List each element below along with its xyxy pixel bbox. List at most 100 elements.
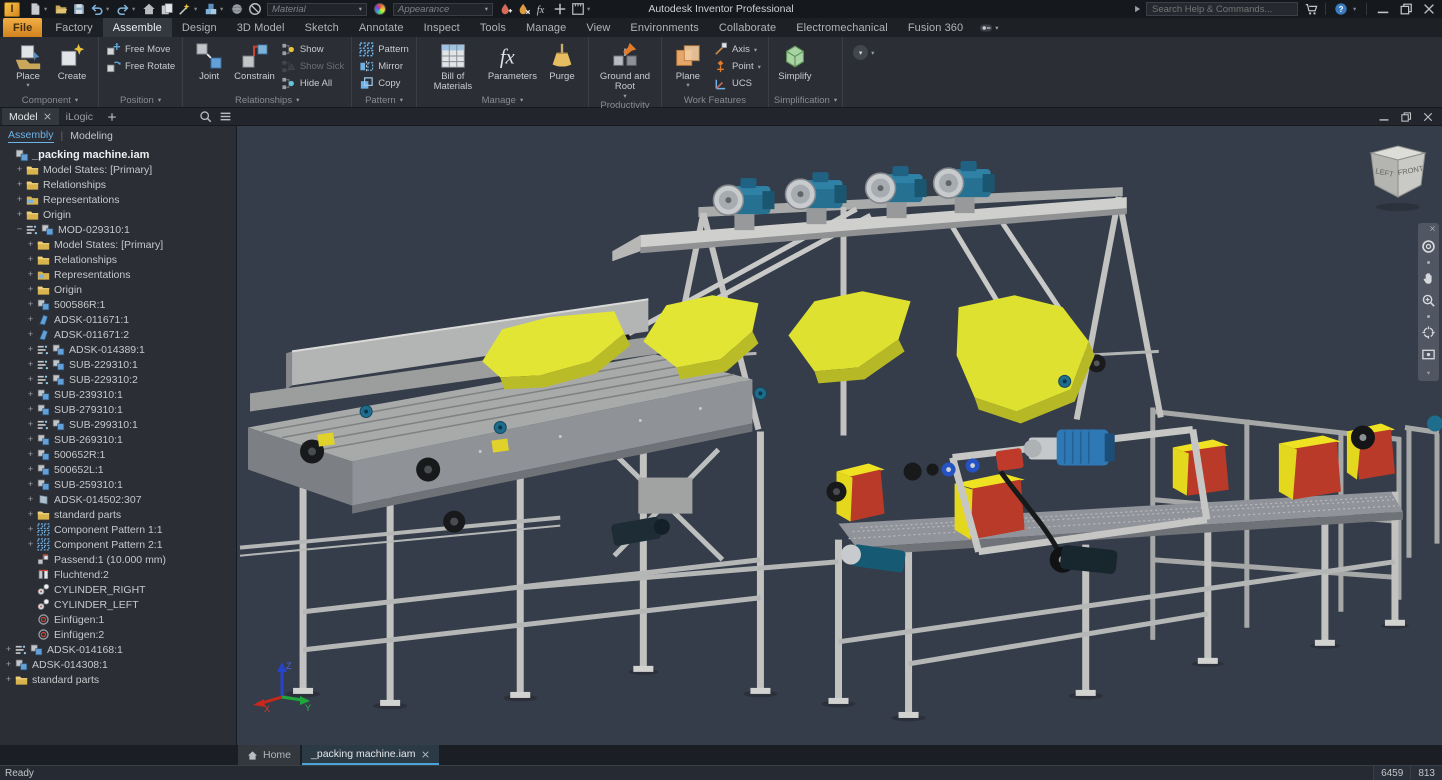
navbar-more-icon[interactable]: ▾ — [1427, 369, 1430, 377]
tree-expander-icon[interactable]: + — [25, 449, 36, 460]
view-assembly[interactable]: Assembly — [8, 129, 54, 143]
open-file-icon[interactable] — [52, 2, 69, 17]
copy-button[interactable]: Copy — [357, 75, 411, 92]
ground-and-root-button[interactable]: Ground and Root▾ — [594, 39, 656, 100]
ribbon-tab-inspect[interactable]: Inspect — [414, 18, 470, 37]
ribbon-tab-assemble[interactable]: Assemble — [103, 18, 172, 37]
show-button[interactable]: Show — [279, 41, 346, 58]
view-cube[interactable]: LEFT FRONT — [1367, 141, 1429, 213]
pattern-button[interactable]: Pattern — [357, 41, 411, 58]
tree-item-model-states-primary[interactable]: +Model States: [Primary] — [0, 162, 236, 177]
tree-item-adsk-014389-1[interactable]: +ADSK-014389:1 — [0, 342, 236, 357]
tree-item-origin[interactable]: +Origin — [0, 282, 236, 297]
browser-tab-close-icon[interactable] — [43, 112, 52, 121]
tree-item-adsk-014168-1[interactable]: +ADSK-014168:1 — [0, 642, 236, 657]
purge-button[interactable]: Purge — [541, 39, 583, 82]
new-file-icon[interactable] — [26, 2, 43, 17]
ribbon-tab-extra[interactable]: ▾ — [973, 18, 1004, 37]
tree-item-fluchtend-2[interactable]: Fluchtend:2 — [0, 567, 236, 582]
tree-expander-icon[interactable]: + — [25, 419, 36, 430]
tree-item-standard-parts[interactable]: +standard parts — [0, 672, 236, 687]
ribbon-tab-file[interactable]: File — [3, 18, 42, 37]
tree-item-adsk-014308-1[interactable]: +ADSK-014308:1 — [0, 657, 236, 672]
browser-menu-icon[interactable] — [219, 110, 232, 123]
tree-item-passend-1-10-000-mm[interactable]: Passend:1 (10.000 mm) — [0, 552, 236, 567]
tree-expander-icon[interactable]: + — [14, 179, 25, 190]
help-icon[interactable]: ? — [1332, 2, 1349, 17]
ribbon-tab-view[interactable]: View — [576, 18, 620, 37]
browser-tab-model[interactable]: Model — [2, 108, 59, 125]
axis-button[interactable]: Axis▾ — [711, 41, 763, 58]
ribbon-tab-factory[interactable]: Factory — [45, 18, 102, 37]
inventor-logo-icon[interactable]: I — [4, 2, 20, 17]
doc-restore-button[interactable] — [1396, 109, 1415, 124]
tree-item-einf-gen-2[interactable]: Einfügen:2 — [0, 627, 236, 642]
new-file-dropdown-icon[interactable]: ▾ — [44, 5, 51, 13]
tree-expander-icon[interactable]: + — [25, 524, 36, 535]
joint-button[interactable]: Joint — [188, 39, 230, 82]
panel-label-manage[interactable]: Manage▾ — [422, 93, 583, 107]
undo-icon[interactable] — [88, 2, 105, 17]
tree-expander-icon[interactable]: + — [14, 209, 25, 220]
tree-item-relationships[interactable]: +Relationships — [0, 177, 236, 192]
panel-label-component[interactable]: Component▾ — [7, 93, 93, 107]
panel-label-relationships[interactable]: Relationships▾ — [188, 93, 346, 107]
free-rotate-button[interactable]: Free Rotate — [104, 58, 177, 75]
tree-item-packing-machine-iam[interactable]: _packing machine.iam — [0, 147, 236, 162]
ribbon-tab-collaborate[interactable]: Collaborate — [709, 18, 786, 37]
ribbon-tab-sketch[interactable]: Sketch — [295, 18, 349, 37]
bill-of-materials-button[interactable]: Bill of Materials — [422, 39, 484, 93]
pan-icon[interactable] — [1421, 271, 1436, 286]
tree-item-sub-299310-1[interactable]: +SUB-299310:1 — [0, 417, 236, 432]
tree-item-adsk-011671-2[interactable]: +ADSK-011671:2 — [0, 327, 236, 342]
tree-expander-icon[interactable]: + — [25, 539, 36, 550]
tree-expander-icon[interactable]: + — [25, 344, 36, 355]
point-button[interactable]: Point▾ — [711, 58, 763, 75]
panel-label-position[interactable]: Position▾ — [104, 93, 177, 107]
component-update-dropdown-icon[interactable]: ▾ — [220, 5, 227, 13]
tree-expander-icon[interactable]: + — [25, 284, 36, 295]
tree-expander-icon[interactable]: + — [25, 434, 36, 445]
tree-expander-icon[interactable]: + — [25, 299, 36, 310]
tree-item-relationships[interactable]: +Relationships — [0, 252, 236, 267]
tree-expander-icon[interactable]: + — [25, 359, 36, 370]
adjust-clear-icon[interactable] — [515, 2, 532, 17]
undo-dropdown-icon[interactable]: ▾ — [106, 5, 113, 13]
tree-item-sub-229310-2[interactable]: +SUB-229310:2 — [0, 372, 236, 387]
ribbon-overflow-button[interactable]: ▾▾ — [853, 45, 874, 60]
panel-label-pattern[interactable]: Pattern▾ — [357, 93, 411, 107]
ribbon-tab-tools[interactable]: Tools — [470, 18, 516, 37]
tree-expander-icon[interactable]: + — [3, 659, 14, 670]
minimize-button[interactable] — [1373, 2, 1392, 17]
panel-label-work-features[interactable]: Work Features — [667, 93, 763, 107]
free-move-button[interactable]: Free Move — [104, 41, 177, 58]
tree-item-500652l-1[interactable]: +500652L:1 — [0, 462, 236, 477]
help-search-input[interactable] — [1146, 2, 1298, 16]
save-icon[interactable] — [70, 2, 87, 17]
tree-expander-icon[interactable]: + — [25, 374, 36, 385]
ribbon-tab-electromechanical[interactable]: Electromechanical — [786, 18, 898, 37]
tree-expander-icon[interactable]: + — [3, 674, 14, 685]
browser-search-icon[interactable] — [199, 110, 212, 123]
tree-expander-icon[interactable]: + — [25, 509, 36, 520]
tree-item-component-pattern-1-1[interactable]: +Component Pattern 1:1 — [0, 522, 236, 537]
ribbon-tab-3d-model[interactable]: 3D Model — [227, 18, 295, 37]
tree-item-500586r-1[interactable]: +500586R:1 — [0, 297, 236, 312]
material-ball-icon[interactable] — [228, 2, 245, 17]
tree-expander-icon[interactable]: + — [25, 329, 36, 340]
ribbon-tab-fusion-360[interactable]: Fusion 360 — [898, 18, 973, 37]
tree-expander-icon[interactable]: + — [25, 389, 36, 400]
doc-close-button[interactable] — [1418, 109, 1437, 124]
orbit-icon[interactable] — [1421, 325, 1436, 340]
close-button[interactable] — [1419, 2, 1438, 17]
tree-item-adsk-014502-307[interactable]: +ADSK-014502:307 — [0, 492, 236, 507]
tree-item-sub-239310-1[interactable]: +SUB-239310:1 — [0, 387, 236, 402]
tree-item-cylinder-right[interactable]: CYLINDER_RIGHT — [0, 582, 236, 597]
documents-icon[interactable] — [158, 2, 175, 17]
measure-grid-icon[interactable] — [569, 2, 586, 17]
mirror-button[interactable]: Mirror — [357, 58, 411, 75]
ribbon-tab-design[interactable]: Design — [172, 18, 227, 37]
tree-expander-icon[interactable]: − — [14, 224, 25, 235]
panel-label-simplification[interactable]: Simplification▾ — [774, 93, 837, 107]
tree-item-representations[interactable]: +Representations — [0, 267, 236, 282]
